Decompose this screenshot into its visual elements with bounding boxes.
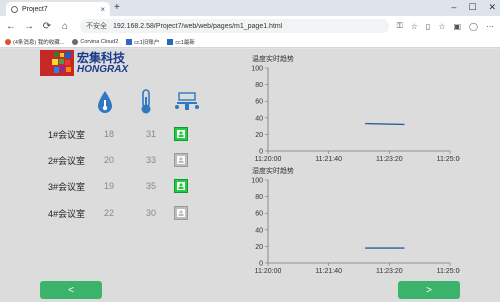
- page-content: 宏集科技 HONGRAX 1#会议室 18 31 2#会议室 20 33 3#会议室 19 35…: [0, 49, 500, 302]
- y-tick-label: 80: [255, 82, 263, 89]
- y-tick-label: 20: [255, 244, 263, 251]
- browser-tab[interactable]: Project7 ×: [6, 2, 110, 16]
- bookmark-label: Corvina Cloud2: [80, 38, 119, 45]
- room-temperature: 20: [103, 155, 114, 165]
- profile-icon[interactable]: ◯: [469, 22, 478, 31]
- free-status-icon: [174, 206, 188, 220]
- home-icon[interactable]: ⌂: [60, 21, 70, 32]
- globe-icon: [11, 5, 18, 13]
- url-text[interactable]: 192.168.2.58/Project7/web/web/pages/m1_p…: [113, 23, 282, 30]
- browser-toolbar: ← → ⟳ ⌂ 不安全 192.168.2.58/Project7/web/we…: [0, 16, 500, 36]
- cloud-icon: [72, 38, 79, 45]
- room-name: 2#会议室: [48, 155, 86, 166]
- logo-en: HONGRAX: [77, 63, 129, 75]
- security-label[interactable]: 不安全: [86, 21, 107, 31]
- csdn-icon: [5, 38, 11, 45]
- bookmark-item[interactable]: Corvina Cloud2: [72, 38, 119, 45]
- minimize-icon[interactable]: –: [451, 2, 456, 13]
- maximize-icon[interactable]: ☐: [468, 2, 476, 13]
- x-tick-label: 11:20:00: [255, 268, 282, 275]
- bookmark-label: cc1旧账户: [134, 39, 160, 46]
- room-humidity: 31: [145, 129, 156, 139]
- thermometer-icon: [141, 89, 151, 114]
- close-window-icon[interactable]: ✕: [488, 2, 496, 13]
- free-status-icon: [174, 153, 188, 167]
- occupied-status-icon: [174, 179, 188, 193]
- occupied-status-icon: [174, 127, 188, 141]
- company-logo: 宏集科技 HONGRAX: [40, 50, 140, 76]
- bookmark-label: (4条消息) 我的收藏...: [13, 39, 65, 46]
- y-tick-label: 0: [259, 261, 263, 268]
- x-tick-label: 11:25:00: [437, 268, 460, 275]
- room-humidity: 33: [145, 155, 156, 165]
- prev-page-button[interactable]: <: [40, 281, 102, 299]
- tab-title: Project7: [22, 5, 48, 13]
- collections-icon[interactable]: ▣: [453, 22, 461, 31]
- bookmark-item[interactable]: cc1最新: [167, 38, 195, 46]
- bookmark-label: cc1最新: [175, 39, 195, 46]
- room-name: 4#会议室: [48, 208, 86, 219]
- temperature-drop-icon: [98, 91, 112, 113]
- x-tick-label: 11:21:40: [315, 156, 342, 163]
- room-humidity: 35: [145, 181, 156, 191]
- x-tick-label: 11:20:00: [255, 156, 282, 163]
- tab-close-icon[interactable]: ×: [100, 5, 105, 14]
- key-icon[interactable]: ⚿: [397, 21, 403, 31]
- y-tick-label: 60: [255, 99, 263, 106]
- room-temperature: 18: [103, 129, 114, 139]
- reload-icon[interactable]: ⟳: [42, 21, 52, 32]
- favorite-star-icon[interactable]: ☆: [411, 22, 418, 31]
- y-tick-label: 0: [259, 149, 263, 156]
- x-tick-label: 11:23:20: [376, 156, 403, 163]
- logo-cn: 宏集科技: [77, 50, 126, 65]
- tab-strip: Project7 × + – ☐ ✕: [0, 0, 500, 16]
- x-tick-label: 11:25:00: [437, 156, 460, 163]
- bookmarks-bar: (4条消息) 我的收藏... Corvina Cloud2 cc1旧账户 cc1…: [0, 36, 500, 48]
- bookmark-page-icon: [167, 38, 174, 45]
- room-temperature: 19: [103, 181, 114, 191]
- logo-mark-icon: [40, 50, 74, 76]
- more-icon[interactable]: ⋯: [486, 22, 494, 31]
- room-temperature: 22: [103, 208, 114, 218]
- humidity-chart: 100 80 60 40 20 011:20:00 11:21:40 11:23:20 11:2…: [251, 178, 460, 276]
- address-bar[interactable]: 不安全 192.168.2.58/Project7/web/web/pages/…: [80, 19, 389, 33]
- bookmark-item[interactable]: (4条消息) 我的收藏...: [5, 38, 64, 46]
- y-tick-label: 40: [255, 227, 263, 234]
- room-row: 2#会议室 20 33: [48, 153, 208, 167]
- logo-text: 宏集科技 HONGRAX: [77, 52, 128, 75]
- bookmark-item[interactable]: cc1旧账户: [126, 38, 159, 46]
- back-icon[interactable]: ←: [6, 21, 16, 32]
- x-tick-label: 11:23:20: [376, 268, 403, 275]
- y-tick-label: 40: [255, 115, 263, 122]
- y-tick-label: 20: [255, 132, 263, 139]
- meeting-room-icon: [175, 92, 199, 110]
- split-screen-icon[interactable]: ▯: [426, 22, 430, 31]
- bookmark-page-icon: [126, 38, 133, 45]
- y-tick-label: 100: [251, 178, 263, 185]
- room-row: 1#会议室 18 31: [48, 127, 208, 141]
- y-tick-label: 60: [255, 211, 263, 218]
- y-tick-label: 100: [251, 66, 263, 73]
- series-line: [365, 122, 405, 126]
- room-name: 3#会议室: [48, 181, 86, 192]
- y-tick-label: 80: [255, 194, 263, 201]
- room-humidity: 30: [145, 208, 156, 218]
- room-name: 1#会议室: [48, 129, 86, 140]
- favorites-icon[interactable]: ☆: [438, 22, 445, 31]
- new-tab-button[interactable]: +: [114, 2, 120, 13]
- temperature-chart: 100 80 60 40 20 011:20:00 11:21:40 11:23:20 11:2…: [251, 66, 460, 164]
- room-row: 3#会议室 19 35: [48, 179, 208, 193]
- window-controls: – ☐ ✕: [451, 2, 496, 13]
- x-tick-label: 11:21:40: [315, 268, 342, 275]
- forward-icon[interactable]: →: [24, 21, 34, 32]
- next-page-button[interactable]: >: [398, 281, 460, 299]
- room-row: 4#会议室 22 30: [48, 206, 208, 220]
